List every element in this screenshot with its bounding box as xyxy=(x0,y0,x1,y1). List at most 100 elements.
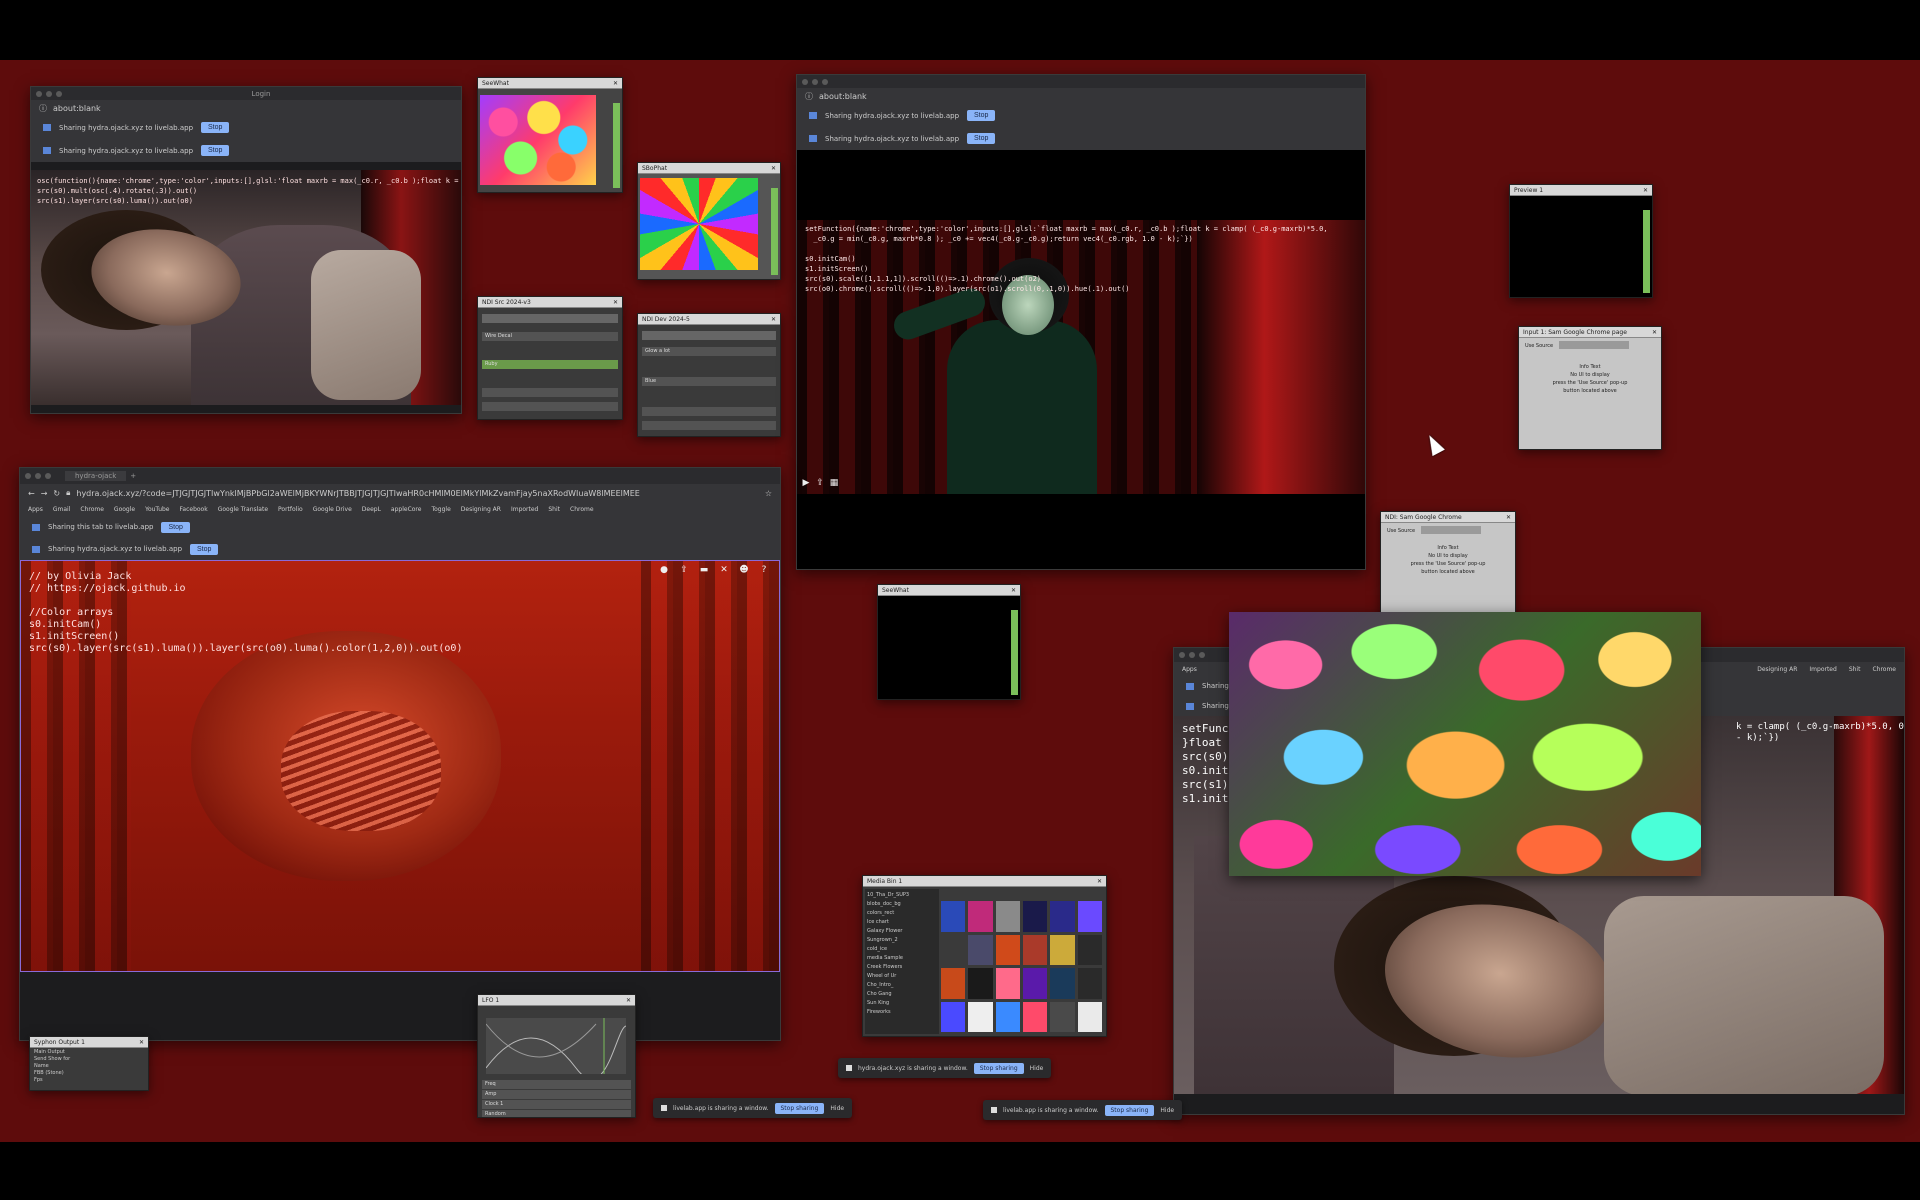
close-icon[interactable]: ✕ xyxy=(1097,878,1102,885)
bookmark[interactable]: Google xyxy=(114,506,135,513)
close-icon[interactable]: ✕ xyxy=(626,997,631,1004)
stop-sharing-button[interactable]: Stop sharing xyxy=(973,1062,1024,1074)
close-icon[interactable]: ✕ xyxy=(1652,329,1657,336)
bookmark[interactable]: Chrome xyxy=(1872,666,1896,673)
td-row[interactable]: Glow a lot xyxy=(642,347,776,356)
td-titlebar[interactable]: Media Bin 1 ✕ xyxy=(863,876,1106,887)
close-icon[interactable]: ✕ xyxy=(613,80,618,87)
bookmark[interactable]: appleCore xyxy=(391,506,422,513)
thumbnail[interactable] xyxy=(968,1001,993,1032)
close-icon[interactable]: ✕ xyxy=(1011,587,1016,594)
close-icon[interactable]: ✕ xyxy=(613,299,618,306)
bookmark[interactable]: YouTube xyxy=(145,506,169,513)
code-overlay-right[interactable]: k = clamp( (_c0.g-maxrb)*5.0, 0.0 - k);`… xyxy=(1736,722,1904,744)
bookmark[interactable]: Designing AR xyxy=(461,506,501,513)
share-icon[interactable]: ⇪ xyxy=(815,478,825,488)
thumbnail[interactable] xyxy=(941,968,966,999)
bookmark[interactable]: Chrome xyxy=(80,506,104,513)
clear-icon[interactable]: ▦ xyxy=(829,478,839,488)
maximize-dot[interactable] xyxy=(56,90,62,97)
stop-button[interactable]: Stop xyxy=(161,521,190,533)
maximize-dot[interactable] xyxy=(822,78,828,85)
bookmark[interactable]: Google Translate xyxy=(218,506,268,513)
code-overlay[interactable]: osc(function(){name:'chrome',type:'color… xyxy=(37,176,461,206)
minimize-dot[interactable] xyxy=(1189,652,1195,658)
td-row[interactable]: Clock 1 xyxy=(482,1100,631,1109)
stop-button[interactable]: Stop xyxy=(967,133,996,144)
stop-button[interactable]: Stop xyxy=(190,543,219,555)
bookmark[interactable]: Gmail xyxy=(53,506,71,513)
close-icon[interactable]: ✕ xyxy=(139,1039,144,1046)
bookmark[interactable]: Designing AR xyxy=(1757,666,1797,673)
stop-button[interactable]: Stop xyxy=(967,110,996,121)
bookmark[interactable]: Facebook xyxy=(180,506,208,513)
thumbnail[interactable] xyxy=(1077,934,1102,965)
tab-hydra[interactable]: hydra-ojack xyxy=(65,471,127,481)
thumbnail[interactable] xyxy=(968,934,993,965)
close-icon[interactable]: ✕ xyxy=(771,316,776,323)
forward-icon[interactable]: → xyxy=(41,489,48,498)
td-titlebar[interactable]: NDI: Sam Google Chrome ✕ xyxy=(1381,512,1515,523)
close-icon[interactable]: ✕ xyxy=(1643,187,1648,194)
thumbnail[interactable] xyxy=(995,968,1020,999)
td-titlebar[interactable]: Syphon Output 1 ✕ xyxy=(30,1037,148,1048)
td-titlebar[interactable]: Input 1: Sam Google Chrome page ✕ xyxy=(1519,327,1661,338)
upload-icon[interactable]: ⇪ xyxy=(679,565,689,575)
bookmark[interactable]: Toggle xyxy=(431,506,450,513)
thumbnail[interactable] xyxy=(941,934,966,965)
td-titlebar[interactable]: SBoPhat ✕ xyxy=(638,163,780,174)
td-row[interactable]: Blue xyxy=(642,377,776,386)
bookmark[interactable]: Shit xyxy=(548,506,560,513)
close-icon[interactable]: ✕ xyxy=(771,165,776,172)
td-titlebar[interactable]: NDI Dev 2024-5 ✕ xyxy=(638,314,780,325)
td-titlebar[interactable]: LFO 1 ✕ xyxy=(478,995,635,1006)
td-titlebar[interactable]: NDI Src 2024-v3 ✕ xyxy=(478,297,622,308)
td-titlebar[interactable]: SeeWhat ✕ xyxy=(478,78,622,89)
td-titlebar[interactable]: SeeWhat ✕ xyxy=(878,585,1020,596)
thumbnail[interactable] xyxy=(995,934,1020,965)
hide-button[interactable]: Hide xyxy=(1030,1065,1044,1072)
shuffle-icon[interactable]: ✕ xyxy=(719,565,729,575)
star-icon[interactable]: ☆ xyxy=(765,489,772,498)
close-dot[interactable] xyxy=(25,473,31,479)
close-dot[interactable] xyxy=(1179,652,1185,658)
stop-sharing-button[interactable]: Stop sharing xyxy=(774,1102,825,1114)
thumbnail[interactable] xyxy=(941,1001,966,1032)
td-row[interactable]: Ruby xyxy=(482,360,618,369)
thumbnail[interactable] xyxy=(995,901,1020,932)
thumbnail[interactable] xyxy=(1050,934,1075,965)
thumbnail[interactable] xyxy=(1050,901,1075,932)
back-icon[interactable]: ← xyxy=(28,489,35,498)
thumbnail[interactable] xyxy=(1023,968,1048,999)
new-tab-icon[interactable]: + xyxy=(130,472,136,480)
thumbnail[interactable] xyxy=(995,1001,1020,1032)
bookmark[interactable]: Apps xyxy=(28,506,43,513)
people-icon[interactable]: ☻ xyxy=(739,565,749,575)
td-row[interactable]: Amp xyxy=(482,1090,631,1099)
source-dropdown[interactable] xyxy=(1421,526,1481,534)
titlebar[interactable] xyxy=(797,75,1365,88)
stop-button[interactable]: Stop xyxy=(201,122,230,133)
td-titlebar[interactable]: Preview 1 ✕ xyxy=(1510,185,1652,196)
reload-icon[interactable]: ↻ xyxy=(53,489,60,498)
bookmark[interactable]: Google Drive xyxy=(313,506,352,513)
titlebar[interactable]: Login xyxy=(31,87,461,100)
td-row[interactable]: Freq xyxy=(482,1080,631,1089)
bookmark[interactable]: Shit xyxy=(1849,666,1861,673)
bookmark[interactable]: DeepL xyxy=(362,506,381,513)
bookmark[interactable]: Imported xyxy=(511,506,538,513)
close-dot[interactable] xyxy=(802,78,808,85)
thumbnail[interactable] xyxy=(968,901,993,932)
delete-icon[interactable]: ▬ xyxy=(699,565,709,575)
help-icon[interactable]: ? xyxy=(759,565,769,575)
minimize-dot[interactable] xyxy=(812,78,818,85)
thumbnail[interactable] xyxy=(968,968,993,999)
code-editor[interactable]: // by Olivia Jack // https://ojack.githu… xyxy=(29,571,462,655)
thumbnail[interactable] xyxy=(1023,1001,1048,1032)
thumbnail[interactable] xyxy=(1023,901,1048,932)
media-list[interactable]: 10_Tha_Dr_SUP3 blobs_doc_bg colors_rect Ice… xyxy=(865,889,939,1034)
thumbnail[interactable] xyxy=(1077,1001,1102,1032)
close-icon[interactable]: ✕ xyxy=(1506,514,1511,521)
address-bar[interactable]: ← → ↻ 🔒︎ hydra.ojack.xyz/?code=JTJGJTJGJTI… xyxy=(20,484,780,502)
thumbnail[interactable] xyxy=(941,901,966,932)
